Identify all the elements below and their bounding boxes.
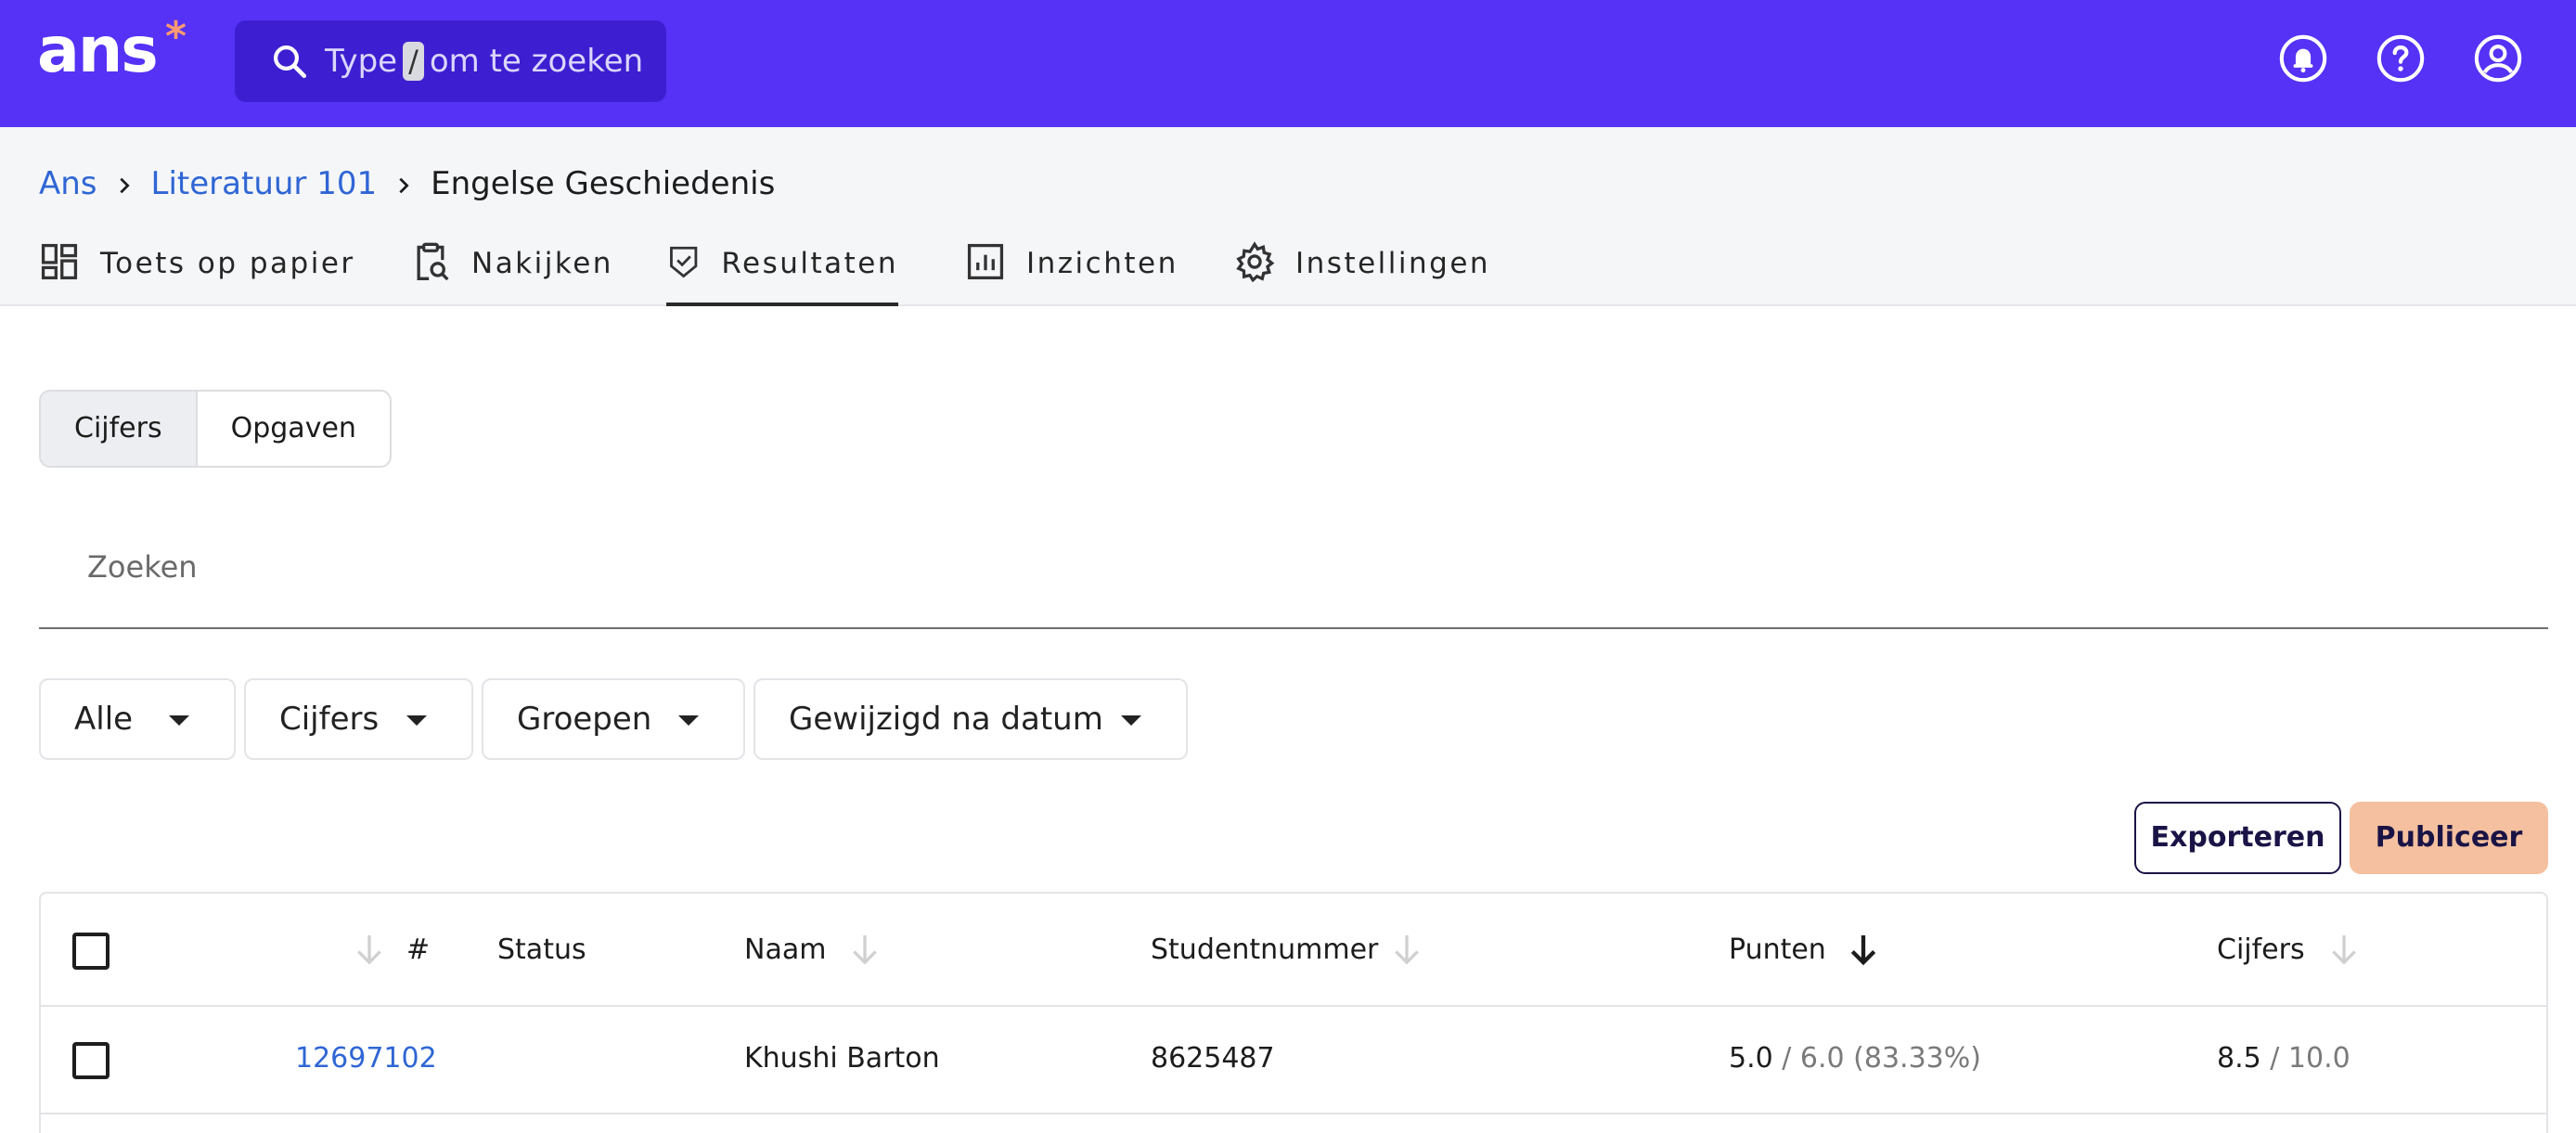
toggle-opgaven[interactable]: Opgaven: [198, 392, 390, 466]
filter-label: Groepen: [517, 701, 652, 738]
row-name: Khushi Barton: [744, 1042, 940, 1075]
export-button[interactable]: Exporteren: [2134, 802, 2341, 874]
bar-chart-icon: [967, 243, 1004, 280]
sort-arrow-icon[interactable]: [846, 929, 883, 970]
search-shortcut-key: /: [403, 42, 424, 81]
points-value: 5.0: [1729, 1042, 1773, 1075]
tab-label: Inzichten: [1026, 247, 1179, 280]
tab-label: Instellingen: [1295, 247, 1491, 280]
filter-alle[interactable]: Alle: [39, 678, 236, 760]
select-all-checkbox[interactable]: [72, 933, 109, 970]
search-input[interactable]: [39, 529, 2548, 605]
global-search[interactable]: Type / om te zoeken: [235, 20, 666, 102]
filter-groepen[interactable]: Groepen: [482, 678, 745, 760]
sort-arrow-icon[interactable]: [351, 929, 388, 970]
notifications-button[interactable]: [2278, 33, 2328, 84]
grade-max: / 10.0: [2270, 1042, 2351, 1075]
publish-button[interactable]: Publiceer: [2350, 802, 2548, 874]
sort-arrow-icon[interactable]: [1845, 929, 1882, 970]
tab-toets-op-papier[interactable]: Toets op papier: [39, 234, 355, 306]
tab-nakijken[interactable]: Nakijken: [410, 234, 613, 306]
column-grades[interactable]: Cijfers: [2217, 932, 2305, 969]
tab-resultaten[interactable]: Resultaten: [666, 234, 898, 306]
logo-star: *: [165, 13, 187, 60]
caret-down-icon: [169, 715, 189, 726]
breadcrumb-current: Engelse Geschiedenis: [431, 165, 776, 202]
view-toggle: Cijfers Opgaven: [39, 390, 392, 468]
global-search-hint: Type / om te zoeken: [325, 41, 643, 82]
filter-label: Alle: [74, 701, 134, 738]
account-button[interactable]: [2473, 33, 2523, 84]
breadcrumb-course[interactable]: Literatuur 101: [151, 165, 378, 202]
user-icon: [2474, 34, 2522, 83]
toggle-cijfers[interactable]: Cijfers: [41, 392, 198, 466]
row-grade: 8.5 / 10.0: [2217, 1040, 2351, 1077]
chevron-right-icon: [97, 161, 151, 210]
table-row[interactable]: 12697102 Khushi Barton 8625487 5.0 / 6.0…: [41, 1007, 2546, 1114]
tab-label: Nakijken: [471, 247, 613, 280]
filter-label: Cijfers: [279, 701, 380, 738]
chevron-right-icon: [377, 161, 431, 210]
filter-gewijzigd-na-datum[interactable]: Gewijzigd na datum: [753, 678, 1188, 760]
dashboard-icon: [41, 243, 78, 280]
logo-text: ans: [37, 14, 159, 87]
row-student-number: 8625487: [1151, 1042, 1275, 1075]
column-name[interactable]: Naam: [744, 932, 826, 969]
row-points: 5.0 / 6.0 (83.33%): [1729, 1040, 1981, 1077]
grade-value: 8.5: [2217, 1042, 2261, 1075]
table-header: # Status Naam Studentnummer Punten Cijfe…: [41, 894, 2546, 1007]
tab-inzichten[interactable]: Inzichten: [965, 234, 1179, 306]
ans-logo[interactable]: ans *: [37, 17, 187, 84]
search-icon: [274, 45, 307, 79]
caret-down-icon: [406, 715, 427, 726]
search-field: [39, 529, 2548, 629]
row-checkbox[interactable]: [72, 1042, 109, 1079]
caret-down-icon: [678, 715, 699, 726]
sort-arrow-icon[interactable]: [1388, 929, 1425, 970]
column-number[interactable]: #: [406, 932, 430, 969]
tab-label: Toets op papier: [100, 247, 355, 280]
shield-check-icon: [670, 246, 698, 278]
column-points[interactable]: Punten: [1729, 932, 1826, 969]
search-hint-prefix: Type: [325, 43, 398, 80]
clipboard-search-icon: [417, 242, 449, 281]
gear-icon: [1236, 241, 1275, 282]
breadcrumb-ans[interactable]: Ans: [39, 165, 97, 202]
filter-cijfers[interactable]: Cijfers: [244, 678, 473, 760]
search-hint-suffix: om te zoeken: [429, 43, 644, 80]
points-max: / 6.0 (83.33%): [1782, 1042, 1981, 1075]
top-bar: ans * Type / om te zoeken: [0, 0, 2576, 127]
bell-icon: [2279, 34, 2327, 83]
caret-down-icon: [1121, 715, 1141, 726]
results-table: # Status Naam Studentnummer Punten Cijfe…: [39, 892, 2548, 1133]
breadcrumb: Ans Literatuur 101 Engelse Geschiedenis: [39, 160, 775, 210]
help-icon: [2376, 34, 2425, 83]
help-button[interactable]: [2376, 33, 2426, 84]
column-status: Status: [497, 933, 586, 966]
filter-label: Gewijzigd na datum: [789, 701, 1103, 738]
tab-instellingen[interactable]: Instellingen: [1234, 234, 1490, 306]
sort-arrow-icon[interactable]: [2325, 929, 2363, 970]
column-student-number[interactable]: Studentnummer: [1151, 932, 1378, 969]
row-id-link[interactable]: 12697102: [295, 1040, 437, 1077]
tab-label: Resultaten: [721, 247, 898, 280]
